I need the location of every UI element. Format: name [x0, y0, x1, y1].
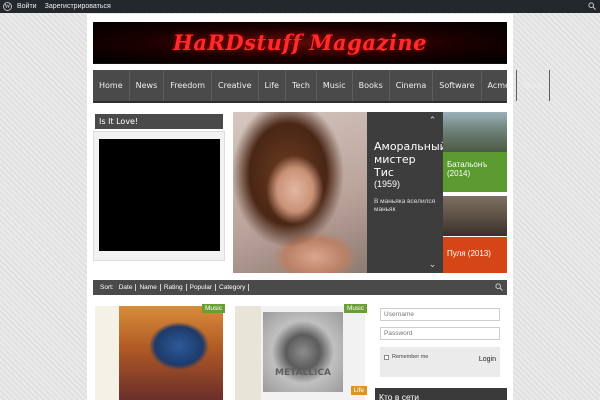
- nav-item-more[interactable]: More: [517, 70, 550, 101]
- sort-label: Sort:: [100, 284, 114, 291]
- login-link[interactable]: Войти: [17, 3, 37, 10]
- login-button[interactable]: Login: [479, 356, 496, 363]
- sort-popular-link[interactable]: Popular: [190, 284, 217, 291]
- admin-bar: W Войти Зарегистрироваться: [0, 0, 600, 13]
- login-actions: Remember me Login: [380, 347, 500, 377]
- nav-item-music[interactable]: Music: [317, 70, 353, 101]
- category-tag[interactable]: Music: [202, 304, 225, 313]
- login-widget: Remember me Login: [375, 304, 507, 388]
- post-card[interactable]: METALLICA Music Life: [233, 304, 367, 400]
- slide-title[interactable]: Аморальный мистер Тис: [374, 140, 447, 179]
- post-thumbnail[interactable]: METALLICA: [235, 306, 365, 400]
- username-field[interactable]: [380, 308, 500, 321]
- nav-item-freedom[interactable]: Freedom: [164, 70, 212, 101]
- sort-name-link[interactable]: Name: [139, 284, 161, 291]
- nav-item-life[interactable]: Life: [259, 70, 286, 101]
- slider-thumbs: Батальонъ (2014) Пуля (2013): [443, 112, 507, 273]
- site-header-banner[interactable]: HaRDstuff Magazine: [93, 22, 507, 64]
- slider-thumb-image[interactable]: [443, 196, 507, 236]
- slide-year: (1959): [374, 179, 401, 189]
- sort-category-link[interactable]: Category: [219, 284, 250, 291]
- slider-thumb-label[interactable]: Пуля (2013): [443, 237, 507, 273]
- nav-item-creative[interactable]: Creative: [212, 70, 259, 101]
- page-wrapper: HaRDstuff Magazine Home News Freedom Cre…: [87, 14, 550, 400]
- slide-description: В маньяка вселился маньяк: [374, 198, 436, 213]
- nav-item-news[interactable]: News: [130, 70, 165, 101]
- register-link[interactable]: Зарегистрироваться: [45, 3, 111, 10]
- chevron-down-icon[interactable]: ⌄: [428, 260, 437, 269]
- sort-date-link[interactable]: Date: [119, 284, 137, 291]
- nav-item-acme[interactable]: Acme: [482, 70, 517, 101]
- nav-item-home[interactable]: Home: [93, 70, 130, 101]
- video-player[interactable]: [99, 139, 220, 251]
- slide-caption: ⌃ Аморальный мистер Тис (1959) В маньяка…: [367, 112, 447, 273]
- sort-rating-link[interactable]: Rating: [164, 284, 187, 291]
- chevron-up-icon[interactable]: ⌃: [428, 116, 437, 125]
- nav-item-books[interactable]: Books: [353, 70, 390, 101]
- slider-thumb-image[interactable]: [443, 112, 507, 152]
- remember-me-checkbox[interactable]: [384, 355, 389, 360]
- site-title[interactable]: HaRDstuff Magazine: [173, 30, 427, 55]
- nav-item-tech[interactable]: Tech: [286, 70, 317, 101]
- online-widget-title: Кто в сети: [375, 388, 507, 400]
- video-widget: [93, 131, 225, 261]
- main-nav: Home News Freedom Creative Life Tech Mus…: [93, 70, 550, 103]
- password-field[interactable]: [380, 327, 500, 340]
- album-band-name: METALLICA: [275, 368, 331, 378]
- remember-me-label[interactable]: Remember me: [392, 354, 428, 360]
- category-tag[interactable]: Life: [350, 386, 367, 395]
- sort-bar: Sort: Date Name Rating Popular Category: [93, 280, 507, 295]
- search-icon[interactable]: [588, 2, 596, 12]
- search-icon[interactable]: [495, 283, 503, 293]
- post-thumbnail[interactable]: [95, 306, 223, 400]
- widget-title: Is It Love!: [95, 114, 223, 129]
- slide-image[interactable]: [233, 112, 367, 273]
- featured-slider: ⌃ Аморальный мистер Тис (1959) В маньяка…: [233, 112, 507, 273]
- nav-item-software[interactable]: Software: [433, 70, 482, 101]
- post-card[interactable]: Music: [93, 304, 225, 400]
- category-tag[interactable]: Music: [344, 304, 367, 313]
- slider-thumb-label[interactable]: Батальонъ (2014): [443, 152, 507, 192]
- nav-item-cinema[interactable]: Cinema: [390, 70, 434, 101]
- wordpress-logo-icon[interactable]: W: [3, 2, 12, 11]
